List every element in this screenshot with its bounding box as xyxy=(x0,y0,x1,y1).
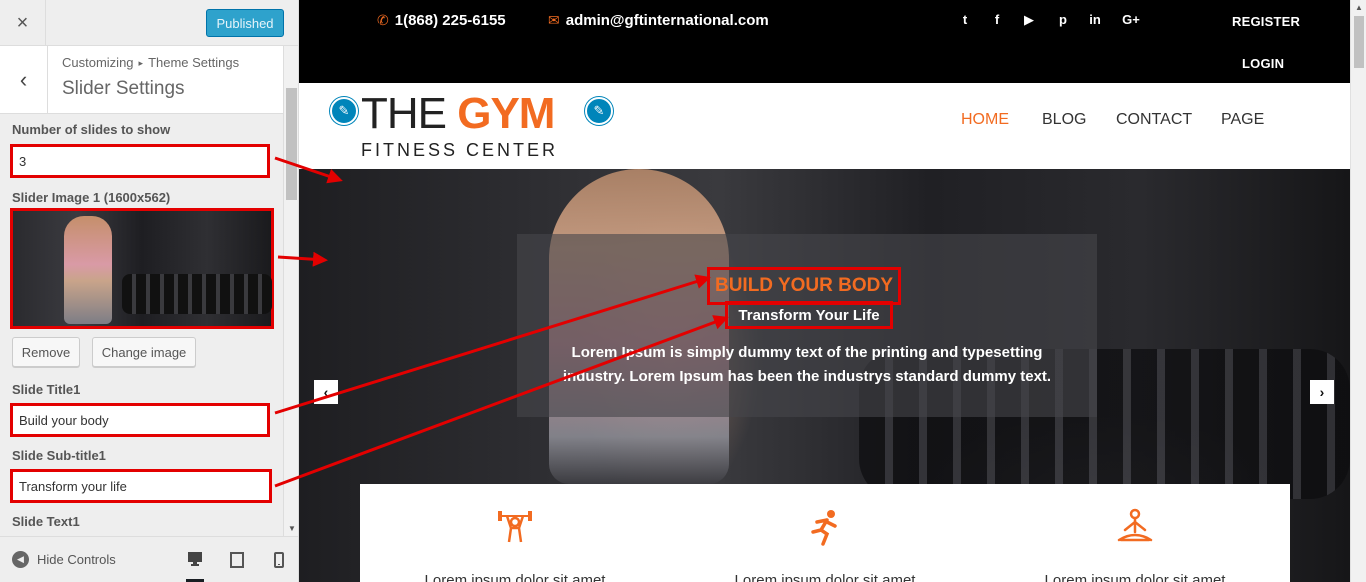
slide-text-label: Slide Text1 xyxy=(12,514,80,529)
breadcrumb-root: Customizing xyxy=(62,55,134,70)
pinterest-icon[interactable]: p xyxy=(1055,12,1071,27)
register-link[interactable]: REGISTER xyxy=(1232,14,1300,29)
customizer-panel: × Published ‹ Customizing ▸ Theme Settings… xyxy=(0,0,299,582)
login-link[interactable]: LOGIN xyxy=(1242,56,1284,71)
edit-tagline-icon[interactable]: ✎ xyxy=(585,97,613,125)
close-customizer-button[interactable]: × xyxy=(0,0,46,46)
site-preview: ✆ 1(868) 225-6155 ✉ admin@gftinternational… xyxy=(299,0,1350,582)
chevron-left-icon: ‹ xyxy=(323,384,329,400)
publish-button[interactable]: Published xyxy=(206,9,284,37)
feature-card: Lorem ipsum dolor sit amet xyxy=(1015,508,1255,582)
slide-subtitle-input[interactable]: Transform your life xyxy=(10,469,272,503)
site-header: ✎ THE GYM FITNESS CENTER ✎ HOME BLOG CON… xyxy=(299,83,1350,169)
tablet-preview-button[interactable] xyxy=(228,551,246,569)
twitter-icon[interactable]: t xyxy=(957,12,973,27)
chevron-right-icon: › xyxy=(1319,384,1325,400)
meditation-icon xyxy=(1117,508,1153,542)
desktop-preview-button[interactable] xyxy=(186,549,204,582)
slides-count-input[interactable]: 3 xyxy=(10,144,270,178)
hide-controls-label: Hide Controls xyxy=(37,552,116,567)
edit-logo-icon[interactable]: ✎ xyxy=(330,97,358,125)
hide-controls-button[interactable]: ◀ Hide Controls xyxy=(12,551,116,568)
phone-icon: ✆ xyxy=(377,12,389,28)
remove-image-button[interactable]: Remove xyxy=(12,337,80,367)
feature-text: Lorem ipsum dolor sit amet xyxy=(424,572,606,582)
slides-count-label: Number of slides to show xyxy=(12,122,171,137)
collapse-icon: ◀ xyxy=(12,551,29,568)
customizer-footer: ◀ Hide Controls xyxy=(0,536,298,582)
dumbbell-racks-graphic xyxy=(122,274,272,314)
google-plus-icon[interactable]: G+ xyxy=(1121,12,1141,27)
envelope-icon: ✉ xyxy=(548,12,560,28)
logo-tagline: FITNESS CENTER xyxy=(361,140,559,160)
features-section: Lorem ipsum dolor sit amet Lorem ipsum d… xyxy=(360,484,1290,582)
nav-home[interactable]: HOME xyxy=(961,111,1009,129)
slider-image-thumbnail[interactable] xyxy=(10,208,274,329)
slide-title-label: Slide Title1 xyxy=(12,382,81,397)
change-image-button[interactable]: Change image xyxy=(92,337,196,367)
email-contact[interactable]: ✉ admin@gftinternational.com xyxy=(548,12,769,29)
linkedin-icon[interactable]: in xyxy=(1087,12,1103,27)
customizer-header: × Published xyxy=(0,0,298,46)
slider-image-label: Slider Image 1 (1600x562) xyxy=(12,190,171,205)
page-scrollbar-thumb[interactable] xyxy=(1354,16,1364,68)
site-logo[interactable]: THE GYM xyxy=(361,89,555,139)
slide-subtitle: Transform Your Life xyxy=(725,301,893,329)
slider-prev-button[interactable]: ‹ xyxy=(314,380,338,404)
slide-text: Lorem Ipsum is simply dummy text of the … xyxy=(562,344,1052,385)
scroll-down-icon[interactable]: ▼ xyxy=(288,524,296,533)
chevron-left-icon: ‹ xyxy=(19,67,28,92)
feature-card: Lorem ipsum dolor sit amet xyxy=(395,508,635,582)
desktop-icon xyxy=(188,552,202,566)
top-bar: ✆ 1(868) 225-6155 ✉ admin@gftinternational… xyxy=(299,0,1350,83)
scroll-up-icon[interactable]: ▲ xyxy=(1355,3,1363,12)
mobile-icon xyxy=(274,552,284,568)
running-icon xyxy=(811,510,837,546)
breadcrumb-current: Theme Settings xyxy=(148,55,240,70)
feature-text: Lorem ipsum dolor sit amet xyxy=(734,572,916,582)
close-icon: × xyxy=(16,11,29,34)
logo-the: THE xyxy=(361,89,458,138)
feature-text: Lorem ipsum dolor sit amet xyxy=(1044,572,1226,582)
slider-next-button[interactable]: › xyxy=(1310,380,1334,404)
logo-gym: GYM xyxy=(457,89,555,138)
slide-title-input[interactable]: Build your body xyxy=(10,403,270,437)
woman-figure-graphic xyxy=(64,216,112,324)
nav-page[interactable]: PAGE xyxy=(1221,111,1264,129)
section-title: Slider Settings xyxy=(62,78,185,99)
email-address: admin@gftinternational.com xyxy=(565,12,769,29)
back-button[interactable]: ‹ xyxy=(0,46,48,114)
facebook-icon[interactable]: f xyxy=(989,12,1005,27)
nav-contact[interactable]: CONTACT xyxy=(1116,111,1192,129)
slide-title: BUILD YOUR BODY xyxy=(707,267,901,305)
tablet-icon xyxy=(230,552,244,568)
scrollbar-thumb[interactable] xyxy=(286,88,297,200)
phone-contact[interactable]: ✆ 1(868) 225-6155 xyxy=(377,12,506,29)
nav-blog[interactable]: BLOG xyxy=(1042,111,1086,129)
section-header: ‹ Customizing ▸ Theme Settings Slider Sett… xyxy=(0,46,283,114)
youtube-icon[interactable]: ▶ xyxy=(1021,12,1037,28)
slide-subtitle-label: Slide Sub-title1 xyxy=(12,448,106,463)
phone-number: 1(868) 225-6155 xyxy=(394,12,506,29)
mobile-preview-button[interactable] xyxy=(270,551,288,569)
page-scrollbar[interactable]: ▲ xyxy=(1350,0,1366,582)
breadcrumb: Customizing ▸ Theme Settings xyxy=(62,55,239,70)
weightlifting-icon xyxy=(498,511,532,543)
feature-card: Lorem ipsum dolor sit amet xyxy=(705,508,945,582)
panel-scrollbar[interactable]: ▼ xyxy=(283,46,298,536)
breadcrumb-separator-icon: ▸ xyxy=(138,58,144,68)
